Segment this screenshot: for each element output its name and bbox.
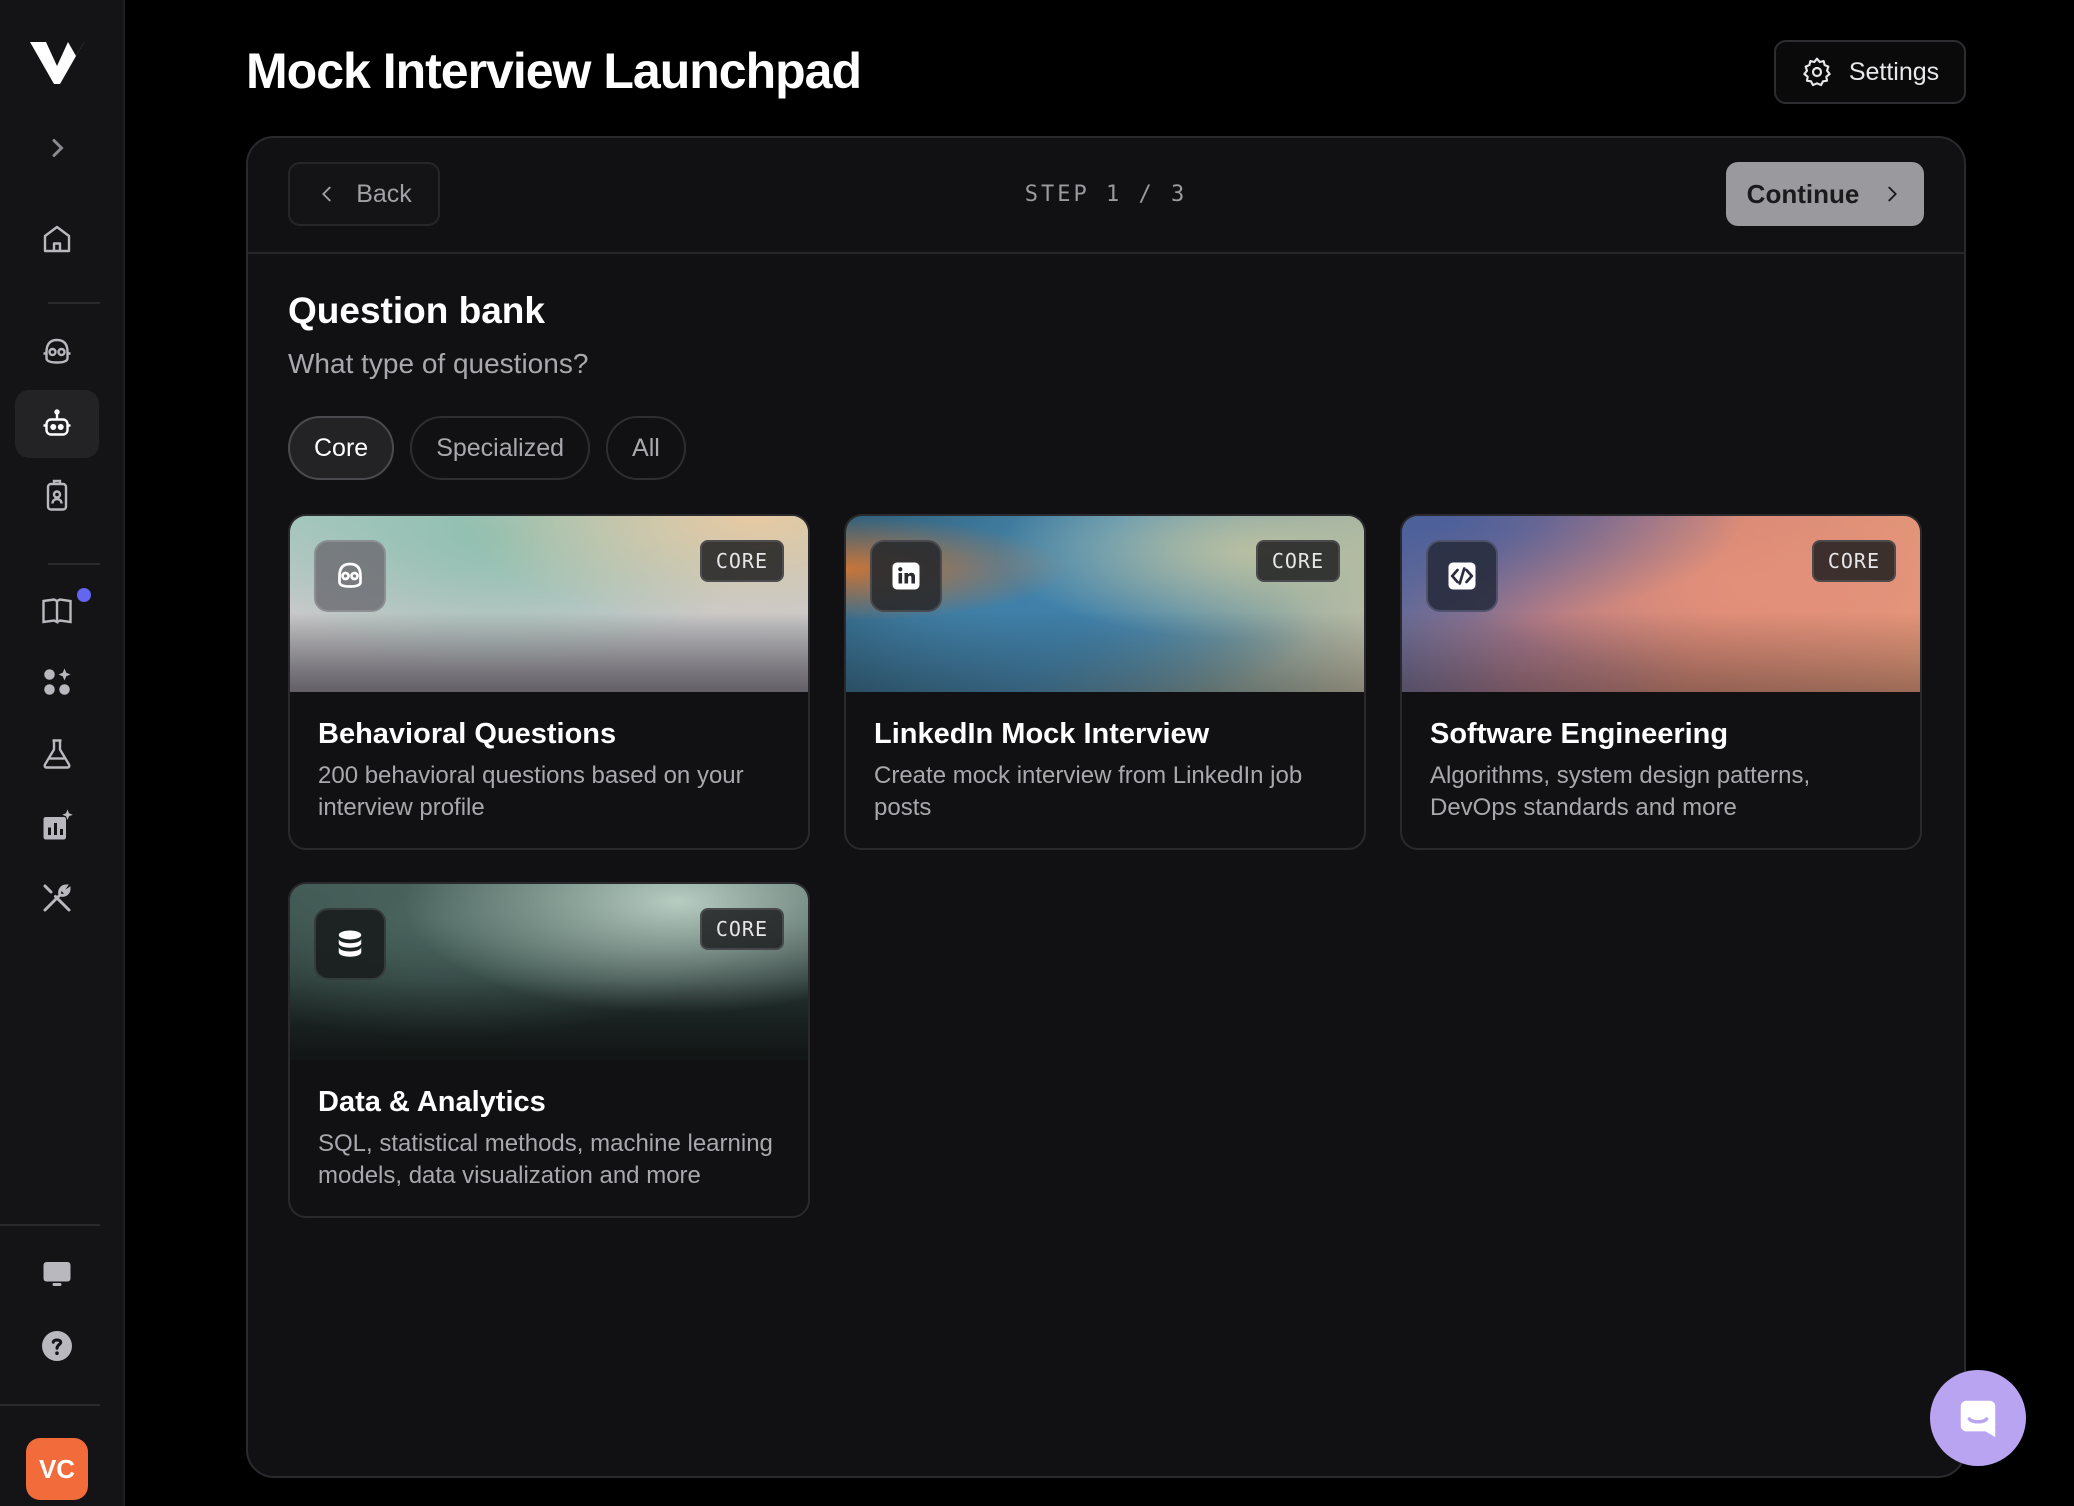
card-badge: CORE [699, 540, 784, 582]
help-icon [42, 1331, 72, 1361]
question-bank-card[interactable]: CORE Behavioral Questions 200 behavioral… [288, 514, 810, 850]
filter-chips: Core Specialized All [288, 416, 686, 480]
sidebar-item-resume[interactable] [15, 462, 99, 530]
sidebar-divider [0, 1224, 100, 1226]
gear-icon [1803, 57, 1831, 87]
chat-icon [1960, 1400, 1996, 1438]
sidebar-item-home[interactable] [15, 205, 99, 273]
sidebar-item-analytics[interactable] [15, 792, 99, 860]
settings-label: Settings [1848, 57, 1940, 86]
step-indicator: STEP 1 / 3 [1024, 182, 1188, 207]
card-icon-tile [1426, 540, 1498, 612]
sidebar-item-question-bank[interactable] [15, 576, 99, 644]
book-icon [42, 598, 72, 624]
chevron-right-icon [1888, 186, 1898, 202]
chat-launcher-button[interactable] [1930, 1370, 2026, 1466]
card-icon-tile [314, 540, 386, 612]
question-bank-card[interactable]: CORE Data & Analytics SQL, statistical m… [288, 882, 810, 1218]
database-icon [338, 930, 362, 957]
apps-icon [44, 668, 71, 695]
section-title: Question bank [288, 290, 545, 331]
linkedin-icon [892, 562, 920, 590]
sidebar: VC [0, 0, 125, 1506]
home-icon [43, 225, 71, 253]
settings-button[interactable]: Settings [1774, 40, 1966, 104]
app-logo-icon[interactable] [28, 38, 86, 86]
tools-icon [43, 884, 71, 912]
sidebar-item-apps[interactable] [15, 648, 99, 716]
card-title: Software Engineering [1430, 718, 1729, 750]
filter-chip-specialized[interactable]: Specialized [410, 416, 591, 480]
sidebar-divider [0, 1404, 100, 1406]
sidebar-item-labs[interactable] [15, 720, 99, 788]
filter-chip-core[interactable]: Core [288, 416, 395, 480]
card-title: Behavioral Questions [318, 718, 617, 750]
card-description: Create mock interview from LinkedIn job … [874, 762, 1303, 821]
chevron-right-icon [52, 139, 64, 157]
user-avatar[interactable]: VC [26, 1438, 88, 1500]
id-badge-icon [46, 479, 68, 511]
flask-icon [43, 739, 71, 769]
card-description: SQL, statistical methods, machine learni… [318, 1130, 773, 1189]
continue-button[interactable]: Continue [1726, 162, 1924, 226]
code-icon [1448, 562, 1476, 590]
sidebar-item-desktop[interactable] [15, 1240, 99, 1308]
sidebar-expand-button[interactable] [15, 114, 99, 182]
question-bank-card[interactable]: CORE LinkedIn Mock Interview Create mock… [844, 514, 1366, 850]
page-title: Mock Interview Launchpad [246, 43, 862, 99]
copilot-icon [338, 562, 362, 588]
notification-dot [77, 588, 91, 602]
card-badge: CORE [1811, 540, 1896, 582]
sidebar-item-tools[interactable] [15, 864, 99, 932]
sidebar-item-help[interactable] [15, 1312, 99, 1380]
continue-label: Continue [1746, 178, 1860, 209]
launchpad-panel: Back STEP 1 / 3 Continue Question bank W… [246, 136, 1966, 1478]
robot-icon [43, 409, 71, 436]
filter-chip-all[interactable]: All [606, 416, 686, 480]
card-badge: CORE [1255, 540, 1340, 582]
chart-icon [43, 809, 73, 840]
section-subtitle: What type of questions? [288, 348, 589, 379]
copilot-icon [43, 338, 71, 364]
monitor-icon [43, 1262, 71, 1286]
card-icon-tile [314, 908, 386, 980]
sidebar-divider [48, 302, 100, 304]
sidebar-item-mock-interview[interactable] [15, 390, 99, 458]
wizard-toolbar: Back STEP 1 / 3 Continue [248, 138, 1964, 254]
question-bank-card[interactable]: CORE Software Engineering Algorithms, sy… [1400, 514, 1922, 850]
sidebar-item-interview-copilot[interactable] [15, 318, 99, 386]
card-description: Algorithms, system design patterns, DevO… [1430, 762, 1811, 821]
card-description: 200 behavioral questions based on your i… [318, 762, 744, 821]
sidebar-divider [48, 563, 100, 565]
card-title: LinkedIn Mock Interview [874, 718, 1210, 750]
card-badge: CORE [699, 908, 784, 950]
card-title: Data & Analytics [318, 1086, 546, 1118]
card-icon-tile [870, 540, 942, 612]
